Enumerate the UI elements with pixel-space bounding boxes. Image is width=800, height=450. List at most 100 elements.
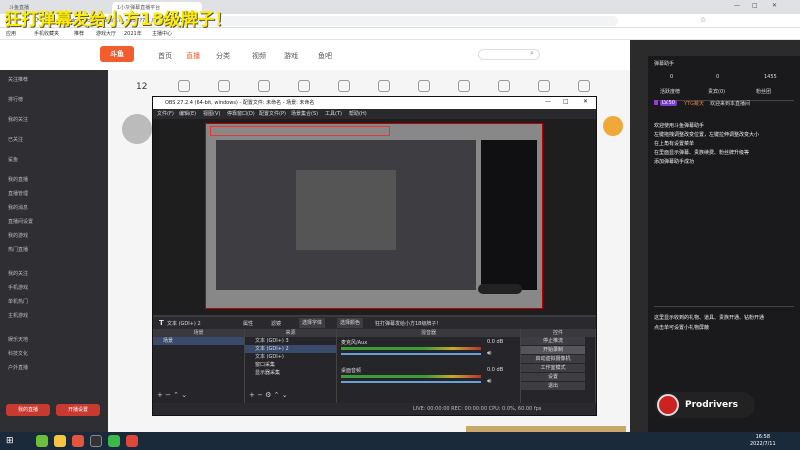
sidebar-item[interactable]: 手机游戏 [8, 284, 28, 291]
text-source-bounding-box[interactable] [210, 126, 390, 136]
properties-button[interactable]: 属性 [243, 320, 253, 327]
sidebar-item[interactable]: 户外直播 [8, 364, 28, 371]
filters-button[interactable]: 滤镜 [271, 320, 281, 327]
sidebar-item[interactable]: 热门直播 [8, 246, 28, 253]
sidebar-item[interactable]: 我的消息 [8, 204, 28, 211]
sidebar-item[interactable]: 已关注 [8, 136, 23, 143]
sidebar-item[interactable]: 关注推荐 [8, 76, 28, 83]
nav-fishbar[interactable]: 鱼吧 [318, 51, 332, 61]
settings-button[interactable]: 设置 [521, 373, 585, 381]
obs-menu-help[interactable]: 帮助(H) [349, 109, 367, 119]
scene-item[interactable]: 场景 [153, 337, 244, 345]
site-logo[interactable]: 斗鱼 [100, 46, 134, 62]
tool-icon[interactable] [178, 80, 190, 92]
virtual-camera-button[interactable]: 启动虚拟摄像机 [521, 355, 585, 363]
exit-button[interactable]: 退出 [521, 382, 585, 390]
sidebar-item[interactable]: 排行榜 [8, 96, 23, 103]
volume-slider[interactable] [341, 381, 481, 383]
bookmark-item[interactable]: 主播中心 [152, 30, 172, 37]
bookmark-item[interactable]: 推荐 [74, 30, 84, 37]
volume-slider[interactable] [341, 353, 481, 355]
source-item[interactable]: 文本 (GDI+) 2 [245, 345, 336, 353]
bookmark-item[interactable]: 游戏大厅 [96, 30, 116, 37]
source-item[interactable]: 文本 (GDI+) [245, 353, 336, 361]
obs-menu-edit[interactable]: 编辑(E) [179, 109, 196, 119]
source-item[interactable]: 显示器采集 [245, 369, 336, 377]
avatar[interactable] [122, 114, 152, 144]
obs-maximize-icon[interactable]: □ [563, 98, 569, 105]
wechat-icon[interactable] [108, 435, 120, 447]
sidebar-item[interactable]: 我的游戏 [8, 232, 28, 239]
tool-icon[interactable] [298, 80, 310, 92]
sidebar-item[interactable]: 我的关注 [8, 270, 28, 277]
nav-game[interactable]: 游戏 [284, 51, 298, 61]
sidebar-item[interactable]: 科技文化 [8, 350, 28, 357]
bookmark-item[interactable]: 2021年 [124, 30, 142, 37]
speaker-icon[interactable]: 🔊︎ [487, 377, 491, 386]
obs-menu-file[interactable]: 文件(F) [157, 109, 174, 119]
sidebar-item[interactable]: 鲨鱼 [8, 156, 18, 163]
obs-close-icon[interactable]: ✕ [583, 98, 588, 105]
add-remove-icons[interactable]: + − ⌃ ⌄ [157, 391, 187, 399]
tab-vip[interactable]: 贵宾(0) [708, 88, 725, 95]
tool-icon[interactable] [378, 80, 390, 92]
speaker-icon[interactable]: 🔊︎ [487, 349, 491, 358]
source-item[interactable]: 窗口采集 [245, 361, 336, 369]
sidebar-item[interactable]: 主机游戏 [8, 312, 28, 319]
minimize-window-icon[interactable]: — [734, 2, 740, 9]
obs-menu-profile[interactable]: 配置文件(P) [259, 109, 286, 119]
obs-minimize-icon[interactable]: — [545, 98, 551, 105]
obs-menu-view[interactable]: 视图(V) [203, 109, 220, 119]
nav-category[interactable]: 分类 [216, 51, 230, 61]
obs-preview[interactable] [153, 119, 596, 315]
add-remove-icons[interactable]: + − ⚙ ⌃ ⌄ [249, 391, 288, 399]
tool-icon[interactable] [218, 80, 230, 92]
preview-canvas[interactable] [205, 123, 543, 309]
star-icon[interactable]: ☆ [700, 16, 706, 24]
obs-menu-scene-collection[interactable]: 场景集合(S) [291, 109, 318, 119]
nav-live[interactable]: 直播 [186, 51, 200, 61]
tool-icon[interactable] [458, 80, 470, 92]
sidebar-item[interactable]: 直播间设置 [8, 218, 33, 225]
nav-home[interactable]: 首页 [158, 51, 172, 61]
sidebar-item[interactable]: 娱乐天地 [8, 336, 28, 343]
tool-icon[interactable] [578, 80, 590, 92]
source-item[interactable]: 文本 (GDI+) 3 [245, 337, 336, 345]
sidebar-item[interactable]: 我的关注 [8, 116, 28, 123]
obs-menu-docks[interactable]: 停靠窗口(D) [227, 109, 255, 119]
obs-menu-tools[interactable]: 工具(T) [325, 109, 342, 119]
windows-start-icon[interactable]: ⊞ [6, 436, 14, 446]
close-window-icon[interactable]: ✕ [772, 2, 777, 9]
nav-video[interactable]: 视频 [252, 51, 266, 61]
tool-icon[interactable] [418, 80, 430, 92]
taskbar-clock[interactable]: 16:58 2022/7/11 [750, 434, 776, 448]
studio-mode-button[interactable]: 工作室模式 [521, 364, 585, 372]
maximize-window-icon[interactable]: □ [752, 2, 758, 9]
select-color-button[interactable]: 选择颜色 [337, 318, 364, 328]
tool-icon[interactable] [538, 80, 550, 92]
start-recording-button[interactable]: 开始录制 [521, 346, 585, 354]
sidebar-item[interactable]: 单机热门 [8, 298, 28, 305]
stop-streaming-button[interactable]: 停止推流 [521, 337, 585, 345]
select-font-button[interactable]: 选择字体 [299, 318, 326, 328]
sidebar-item[interactable]: 直播管理 [8, 190, 28, 197]
bookmark-item[interactable]: 手机收藏夹 [34, 30, 59, 37]
my-live-button[interactable]: 我的直播 [6, 404, 50, 416]
tab-fans[interactable]: 粉丝团 [756, 88, 771, 95]
avatar[interactable] [603, 116, 623, 136]
obs-taskbar-icon[interactable] [90, 435, 102, 447]
tab-activity[interactable]: 活跃度榜 [660, 88, 680, 95]
app-icon[interactable] [72, 435, 84, 447]
bookmark-apps[interactable]: 应用 [6, 30, 16, 37]
tool-icon[interactable] [258, 80, 270, 92]
tool-icon[interactable] [498, 80, 510, 92]
text-source-content[interactable]: 狂打弹幕发给小方18级牌子！ [375, 320, 441, 327]
tool-icon[interactable] [338, 80, 350, 92]
folder-icon[interactable] [54, 435, 66, 447]
app-icon[interactable] [36, 435, 48, 447]
chat-username[interactable]: YTG戴天 [684, 100, 704, 107]
search-icon[interactable]: ⌕ [530, 49, 534, 58]
live-settings-button[interactable]: 开播设置 [56, 404, 100, 416]
app-icon[interactable] [126, 435, 138, 447]
sidebar-item[interactable]: 我的直播 [8, 176, 28, 183]
